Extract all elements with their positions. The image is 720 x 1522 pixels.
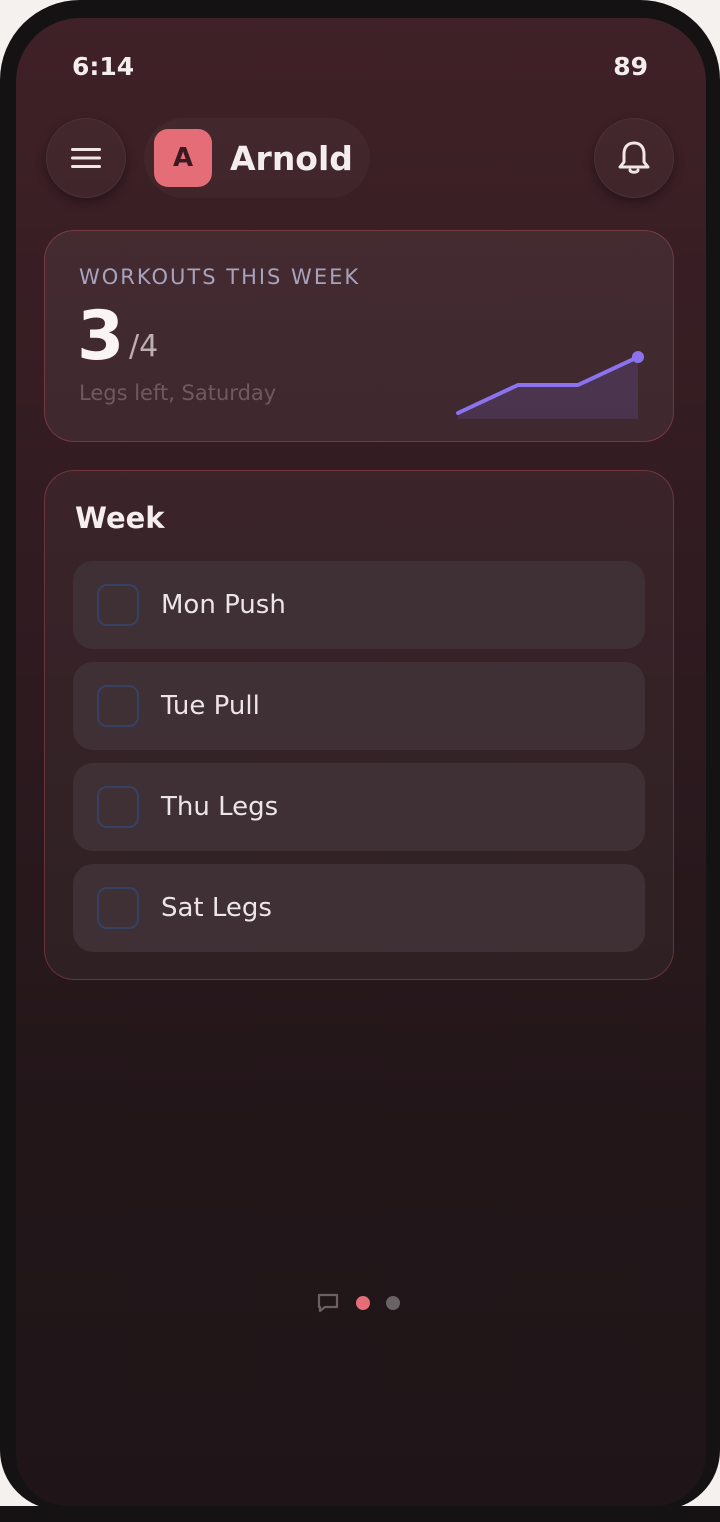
status-time: 6:14 <box>72 52 135 81</box>
page-dot[interactable] <box>386 1296 400 1310</box>
menu-button[interactable] <box>46 118 126 198</box>
hamburger-icon <box>71 148 101 168</box>
weekly-stats-card: WORKOUTS THIS WEEK 3 /4 Legs left, Satur… <box>44 230 674 442</box>
workouts-done-count: 3 <box>77 297 125 376</box>
bell-icon <box>618 141 650 174</box>
stats-subtitle: Legs left, Saturday <box>79 381 277 405</box>
task-row[interactable]: Thu Legs <box>73 763 645 851</box>
task-checkbox[interactable] <box>97 786 139 828</box>
sparkline-endpoint <box>632 351 644 363</box>
status-battery: 89 <box>613 52 648 81</box>
task-checkbox[interactable] <box>97 584 139 626</box>
user-chip[interactable]: A Arnold <box>144 118 370 198</box>
task-label: Mon Push <box>161 590 286 620</box>
chat-icon[interactable] <box>316 1292 340 1314</box>
task-row[interactable]: Sat Legs <box>73 864 645 952</box>
task-row[interactable]: Mon Push <box>73 561 645 649</box>
week-card: Week Mon Push Tue Pull Thu Legs Sat Legs <box>44 470 674 980</box>
phone-frame: 6:14 89 A Arnold WORKOUTS THIS WEEK 3 /4… <box>0 0 720 1510</box>
workouts-total: /4 <box>129 329 159 364</box>
task-label: Sat Legs <box>161 893 272 923</box>
notifications-button[interactable] <box>594 118 674 198</box>
stats-label: WORKOUTS THIS WEEK <box>79 265 361 289</box>
app-screen: 6:14 89 A Arnold WORKOUTS THIS WEEK 3 /4… <box>16 18 706 1506</box>
page-indicator <box>316 1292 400 1314</box>
avatar: A <box>154 129 212 187</box>
trend-sparkline <box>456 351 644 419</box>
task-checkbox[interactable] <box>97 887 139 929</box>
task-checkbox[interactable] <box>97 685 139 727</box>
task-label: Thu Legs <box>161 792 279 822</box>
user-name: Arnold <box>230 138 353 178</box>
week-title: Week <box>75 501 165 535</box>
page-dot-active[interactable] <box>356 1296 370 1310</box>
task-row[interactable]: Tue Pull <box>73 662 645 750</box>
sparkline-area <box>458 357 638 419</box>
task-label: Tue Pull <box>161 691 260 721</box>
bottom-edge <box>0 1506 720 1522</box>
